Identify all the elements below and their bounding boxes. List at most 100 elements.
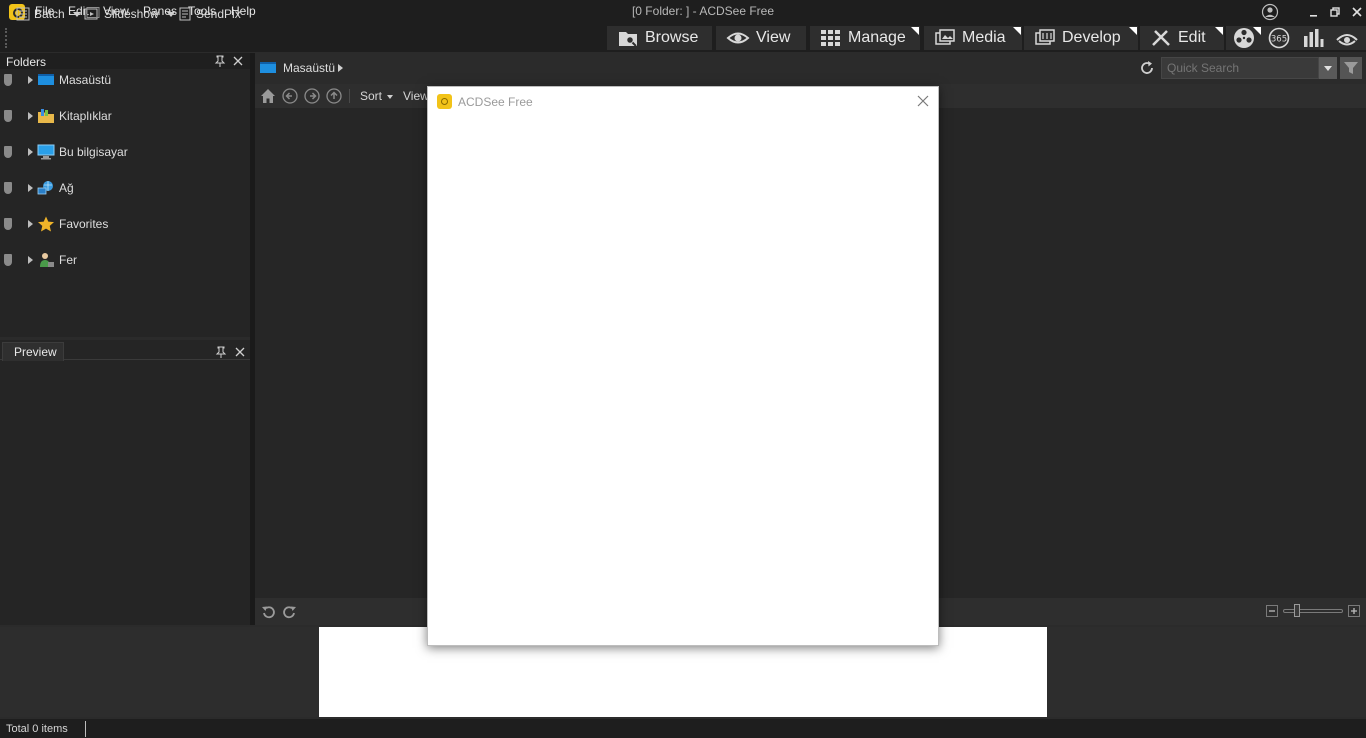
tree-item-favorites[interactable]: Favorites (0, 214, 108, 234)
showroom-button[interactable] (1226, 26, 1262, 50)
expand-arrow-icon[interactable] (28, 112, 33, 120)
tree-pin-icon[interactable] (4, 146, 12, 158)
tree-item-label: Bu bilgisayar (59, 145, 128, 159)
tree-pin-icon[interactable] (4, 218, 12, 230)
view-menu-button[interactable]: View (403, 89, 429, 103)
mode-edit-button[interactable]: Edit (1140, 26, 1224, 50)
mode-browse-label: Browse (645, 29, 699, 46)
browse-icon (619, 32, 637, 47)
close-icon (917, 95, 929, 107)
minimize-button[interactable] (1305, 3, 1323, 21)
pin-icon[interactable] (215, 346, 227, 358)
mode-view-label: View (756, 29, 791, 46)
close-preview-panel-button[interactable] (234, 346, 246, 358)
tree-item-kitapliklar[interactable]: Kitaplıklar (0, 106, 112, 126)
mode-browse-button[interactable]: Browse (607, 26, 712, 50)
window-title: [0 Folder: ] - ACDSee Free (631, 4, 775, 18)
tree-pin-icon[interactable] (4, 254, 12, 266)
pin-icon[interactable] (214, 55, 226, 67)
back-icon[interactable] (282, 88, 298, 104)
desktop-folder-icon (38, 74, 54, 85)
eye-arc-icon (1336, 34, 1358, 46)
folders-tab[interactable]: Folders (6, 55, 46, 69)
365-icon: 365 (1268, 27, 1290, 49)
expand-arrow-icon[interactable] (28, 148, 33, 156)
close-dialog-button[interactable] (914, 92, 932, 110)
sort-menu-button[interactable]: Sort (360, 89, 382, 103)
slider-handle[interactable] (1294, 604, 1300, 617)
dashboard-button[interactable] (1296, 26, 1330, 50)
sendpix-label: SendPix (196, 7, 241, 21)
expand-arrow-icon[interactable] (28, 184, 33, 192)
acdsee-365-button[interactable]: 365 (1262, 26, 1296, 50)
slideshow-button[interactable]: Slideshow (84, 4, 175, 24)
breadcrumb-arrow-icon[interactable] (338, 64, 343, 72)
tree-pin-icon[interactable] (4, 182, 12, 194)
account-icon[interactable] (1261, 3, 1279, 21)
sort-dropdown-icon[interactable] (387, 95, 393, 99)
restore-button[interactable] (1327, 3, 1345, 21)
close-folders-panel-button[interactable] (232, 55, 244, 67)
mode-develop-button[interactable]: Develop (1024, 26, 1138, 50)
rotate-left-icon[interactable] (260, 604, 276, 620)
mode-develop-dropdown-icon[interactable] (1129, 27, 1137, 35)
tree-pin-icon[interactable] (4, 74, 12, 86)
photo-studio-button[interactable] (1330, 26, 1366, 50)
tree-item-ag[interactable]: Ağ (0, 178, 74, 198)
acdsee-dialog: ACDSee Free (427, 86, 939, 646)
eye-icon (726, 32, 750, 44)
mode-media-button[interactable]: Media (924, 26, 1022, 50)
batch-dropdown-icon[interactable] (72, 11, 81, 17)
home-icon[interactable] (260, 88, 276, 104)
forward-icon[interactable] (304, 88, 320, 104)
breadcrumb-masaustu[interactable]: Masaüstü (283, 61, 335, 75)
filter-icon (1344, 62, 1358, 74)
slideshow-label: Slideshow (104, 7, 159, 21)
svg-text:365: 365 (1271, 35, 1287, 45)
grid-icon (821, 30, 840, 46)
status-bar (0, 719, 1366, 738)
thumbnail-size-slider[interactable] (1283, 609, 1343, 613)
user-folder-icon (40, 253, 54, 267)
sendpix-button[interactable]: SendPix (178, 4, 241, 24)
expand-arrow-icon[interactable] (28, 220, 33, 228)
media-icon (935, 29, 955, 45)
tree-pin-icon[interactable] (4, 110, 12, 122)
mode-view-button[interactable]: View (716, 26, 806, 50)
quick-search-input[interactable] (1161, 57, 1319, 79)
status-text: Total 0 items (6, 723, 68, 735)
expand-arrow-icon[interactable] (28, 76, 33, 84)
slideshow-icon (84, 7, 100, 20)
expand-arrow-icon[interactable] (28, 256, 33, 264)
close-window-button[interactable] (1348, 3, 1366, 21)
up-folder-icon[interactable] (326, 88, 342, 104)
chevron-down-icon (1324, 66, 1332, 71)
status-divider (85, 721, 86, 737)
tree-item-masaustu[interactable]: Masaüstü (0, 70, 111, 90)
tree-item-label: Ağ (59, 181, 74, 195)
batch-icon (16, 7, 30, 21)
rotate-right-icon[interactable] (282, 604, 298, 620)
acdsee-app-icon (437, 94, 452, 109)
slideshow-dropdown-icon[interactable] (166, 11, 175, 17)
desktop-folder-icon (260, 62, 276, 73)
tree-item-fer[interactable]: Fer (0, 250, 77, 270)
batch-button[interactable]: Batch (16, 4, 81, 24)
filter-button[interactable] (1340, 57, 1362, 79)
star-icon (38, 216, 54, 232)
mode-manage-button[interactable]: Manage (810, 26, 920, 50)
tree-item-label: Kitaplıklar (59, 109, 112, 123)
showroom-dropdown-icon[interactable] (1253, 27, 1261, 35)
toolbar-grip[interactable] (5, 28, 7, 48)
tree-item-bu-bilgisayar[interactable]: Bu bilgisayar (0, 142, 128, 162)
mode-edit-dropdown-icon[interactable] (1215, 27, 1223, 35)
preview-tab[interactable]: Preview (14, 345, 57, 359)
quick-search-dropdown[interactable] (1319, 57, 1337, 79)
mode-media-label: Media (962, 29, 1006, 46)
computer-icon (37, 144, 55, 160)
zoom-out-icon[interactable] (1266, 605, 1278, 617)
mode-media-dropdown-icon[interactable] (1013, 27, 1021, 35)
zoom-in-icon[interactable] (1348, 605, 1360, 617)
refresh-icon[interactable] (1138, 59, 1156, 77)
mode-manage-dropdown-icon[interactable] (911, 27, 919, 35)
